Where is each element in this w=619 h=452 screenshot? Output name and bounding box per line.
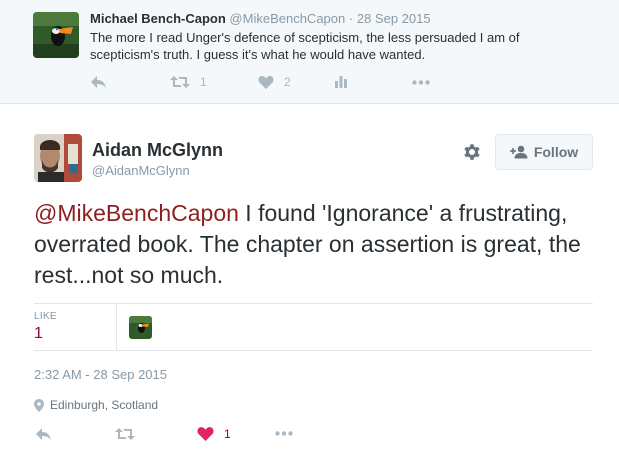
retweet-icon	[115, 427, 135, 440]
main-avatar[interactable]	[34, 134, 82, 182]
main-tweet-text: @MikeBenchCapon I found 'Ignorance' a fr…	[34, 198, 594, 291]
tweet-location[interactable]: Edinburgh, Scotland	[34, 398, 158, 412]
stats-vertical-divider	[116, 304, 117, 350]
settings-button[interactable]	[462, 142, 482, 162]
main-reply-button[interactable]	[35, 427, 115, 441]
stats-top-divider	[34, 303, 593, 304]
follow-label: Follow	[533, 144, 579, 160]
like-button[interactable]: 2	[258, 75, 335, 89]
parent-author-name[interactable]: Michael Bench-Capon	[90, 11, 226, 26]
gear-icon	[464, 144, 480, 160]
parent-actions: 1 2	[90, 75, 430, 89]
parent-author-handle[interactable]: @MikeBenchCapon	[229, 11, 345, 26]
main-retweet-button[interactable]	[115, 427, 197, 441]
location-pin-icon	[34, 398, 44, 412]
liker-avatar[interactable]	[129, 316, 152, 339]
heart-icon	[258, 76, 274, 89]
header-separator: ·	[348, 11, 354, 26]
like-count: 2	[284, 75, 291, 89]
add-user-icon	[509, 145, 528, 159]
more-button[interactable]	[412, 79, 430, 85]
retweet-count: 1	[200, 75, 207, 89]
main-author-name[interactable]: Aidan McGlynn	[92, 140, 223, 161]
retweet-button[interactable]: 1	[170, 75, 258, 89]
follow-button[interactable]: Follow	[495, 134, 593, 170]
parent-tweet-text: The more I read Unger's defence of scept…	[90, 30, 520, 62]
reply-icon	[91, 76, 106, 88]
heart-icon	[197, 427, 214, 441]
analytics-button[interactable]	[335, 76, 412, 88]
mention-link[interactable]: @MikeBenchCapon	[34, 200, 239, 226]
parent-tweet[interactable]: Michael Bench-Capon @MikeBenchCapon · 28…	[0, 0, 619, 104]
tweet-timestamp[interactable]: 2:32 AM - 28 Sep 2015	[34, 367, 167, 382]
reply-icon	[36, 427, 51, 440]
main-actions: 1	[35, 426, 293, 441]
main-more-button[interactable]	[275, 431, 293, 436]
stats-bottom-divider	[34, 350, 593, 351]
more-icon	[412, 79, 430, 85]
more-icon	[275, 431, 293, 436]
reply-button[interactable]	[90, 75, 170, 89]
likes-count[interactable]: 1	[34, 325, 43, 343]
parent-tweet-date[interactable]: 28 Sep 2015	[357, 11, 431, 26]
main-author-handle[interactable]: @AidanMcGlynn	[92, 163, 190, 178]
analytics-icon	[335, 76, 347, 88]
parent-avatar[interactable]	[33, 12, 79, 58]
main-like-count: 1	[224, 426, 231, 441]
parent-tweet-header: Michael Bench-Capon @MikeBenchCapon · 28…	[90, 11, 431, 26]
likes-label: LIKE	[34, 311, 57, 322]
location-label: Edinburgh, Scotland	[50, 398, 159, 412]
main-like-button[interactable]: 1	[197, 426, 275, 441]
retweet-icon	[170, 76, 190, 88]
